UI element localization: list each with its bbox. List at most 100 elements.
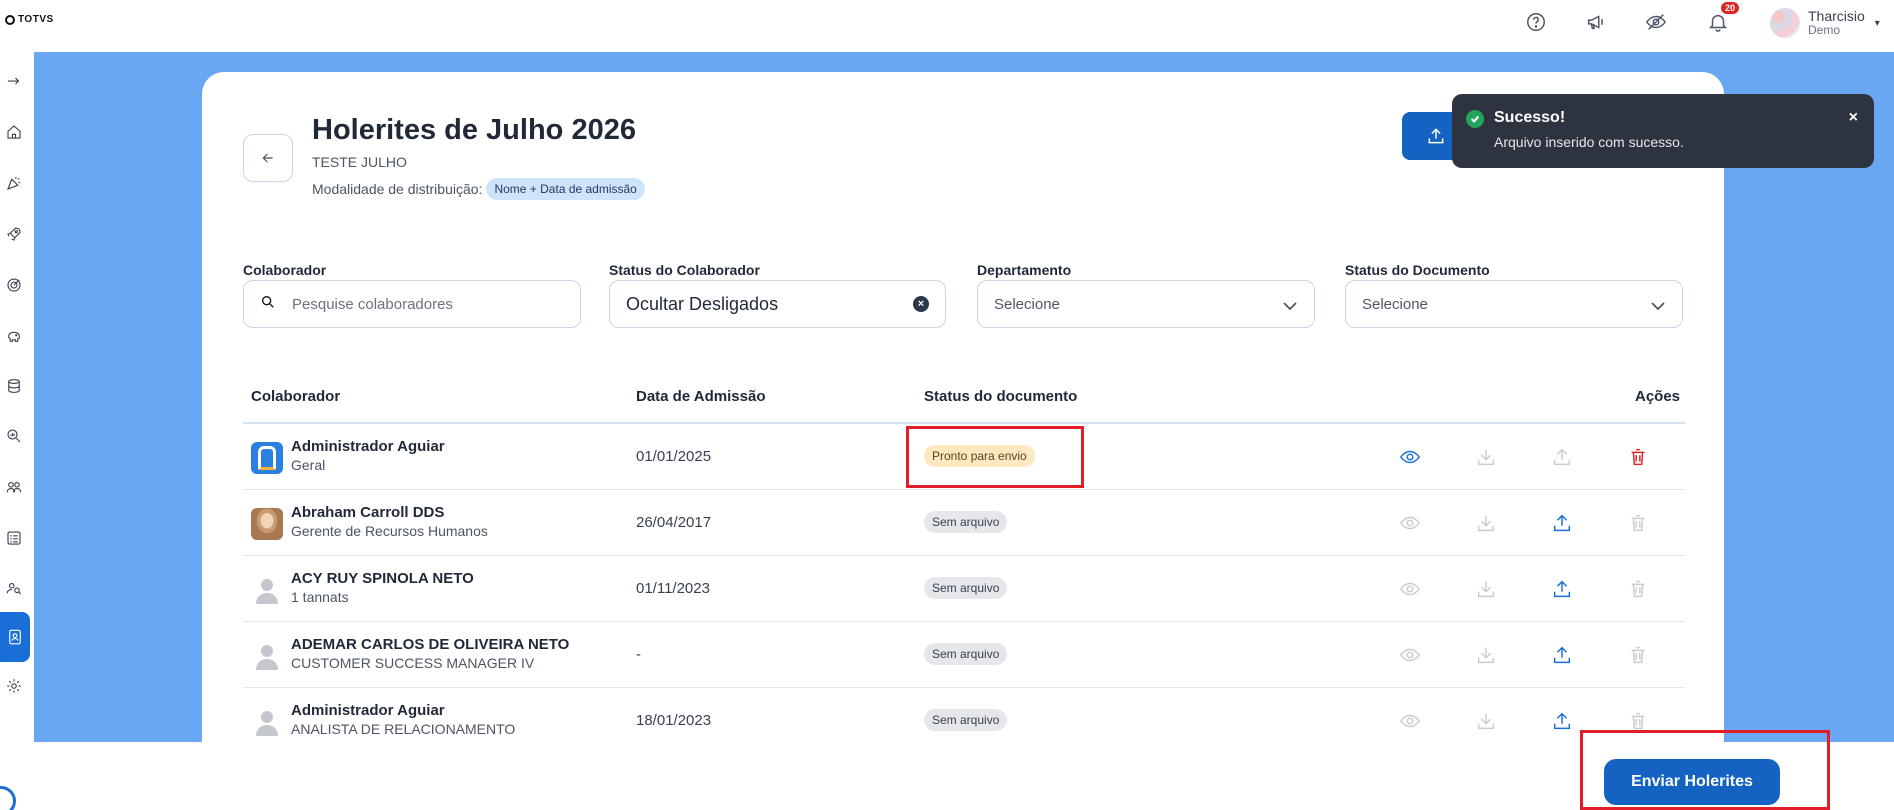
employee-name: ACY RUY SPINOLA NETO	[291, 570, 474, 587]
people-search-icon[interactable]	[0, 574, 28, 602]
employee-name: Administrador Aguiar	[291, 702, 445, 719]
trash-icon[interactable]	[1625, 444, 1651, 470]
upload-icon[interactable]	[1549, 708, 1575, 734]
gear-icon[interactable]	[0, 672, 28, 700]
employee-role: ANALISTA DE RELACIONAMENTO	[291, 721, 516, 737]
download-icon[interactable]	[1473, 642, 1499, 668]
employee-role: Gerente de Recursos Humanos	[291, 523, 488, 539]
page-title: Holerites de Julho 2026	[312, 114, 636, 146]
search-input[interactable]: Pesquise colaboradores	[243, 280, 581, 328]
employee-role: CUSTOMER SUCCESS MANAGER IV	[291, 655, 535, 671]
trash-icon[interactable]	[1625, 642, 1651, 668]
employee-role: Geral	[291, 457, 326, 473]
eye-icon[interactable]	[1397, 444, 1423, 470]
top-bar: TOTVS 20 Tharcisio Demo ▾	[0, 0, 1894, 52]
status-colaborador-select[interactable]: Ocultar Desligados ×	[609, 280, 946, 328]
employee-name: ADEMAR CARLOS DE OLIVEIRA NETO	[291, 636, 570, 653]
status-colaborador-value: Ocultar Desligados	[626, 293, 779, 314]
help-icon[interactable]	[1524, 10, 1548, 34]
admission-date: -	[636, 646, 641, 663]
upload-icon[interactable]	[1549, 576, 1575, 602]
celebration-icon[interactable]	[0, 169, 28, 197]
download-icon[interactable]	[1473, 444, 1499, 470]
filter-status-colaborador-label: Status do Colaborador	[609, 262, 760, 278]
admission-date: 01/11/2023	[636, 580, 710, 597]
main-card: Holerites de Julho 2026 TESTE JULHO Moda…	[202, 72, 1724, 742]
download-icon[interactable]	[1473, 708, 1499, 734]
rocket-icon[interactable]	[0, 220, 28, 248]
eye-icon[interactable]	[1397, 576, 1423, 602]
status-badge: Sem arquivo	[924, 577, 1008, 599]
logo-ring-icon	[5, 14, 15, 25]
highlight-status-box	[906, 426, 1084, 488]
user-sub: Demo	[1808, 23, 1841, 37]
employee-name: Administrador Aguiar	[291, 438, 445, 455]
employee-role: 1 tannats	[291, 589, 349, 605]
table-row: ACY RUY SPINOLA NETO 1 tannats 01/11/202…	[243, 556, 1685, 622]
avatar	[251, 640, 283, 672]
table-row: Administrador Aguiar ANALISTA DE RELACIO…	[243, 688, 1685, 742]
status-documento-value: Selecione	[1362, 295, 1428, 313]
upload-icon	[1428, 128, 1444, 144]
upload-icon[interactable]	[1549, 444, 1575, 470]
download-icon[interactable]	[1473, 510, 1499, 536]
arrow-left-icon	[262, 153, 273, 163]
eye-icon[interactable]	[1397, 510, 1423, 536]
piggy-bank-icon[interactable]	[0, 322, 28, 350]
column-header-acoes: Ações	[1635, 388, 1681, 405]
admission-date: 26/04/2017	[636, 514, 712, 531]
column-header-colaborador: Colaborador	[251, 388, 341, 405]
employee-name: Abraham Carroll DDS	[291, 504, 445, 521]
close-icon[interactable]: ×	[1849, 109, 1858, 127]
search-icon	[260, 294, 292, 314]
send-holerites-button[interactable]: Enviar Holerites	[1604, 759, 1780, 805]
avatar	[251, 574, 283, 606]
eye-icon[interactable]	[1397, 708, 1423, 734]
avatar	[251, 442, 283, 474]
upload-icon[interactable]	[1549, 510, 1575, 536]
status-documento-select[interactable]: Selecione	[1345, 280, 1683, 328]
database-icon[interactable]	[0, 372, 28, 400]
departamento-select[interactable]: Selecione	[977, 280, 1315, 328]
distribution-mode-chip: Nome + Data de admissão	[486, 178, 645, 200]
user-menu[interactable]: Tharcisio Demo ▾	[1770, 8, 1880, 38]
download-icon[interactable]	[1473, 576, 1499, 602]
chevron-down-icon	[1282, 299, 1298, 316]
status-badge: Sem arquivo	[924, 511, 1008, 533]
home-icon[interactable]	[0, 118, 28, 146]
success-toast: Sucesso! Arquivo inserido com sucesso. ×	[1452, 94, 1874, 168]
target-icon[interactable]	[0, 271, 28, 299]
status-badge: Sem arquivo	[924, 643, 1008, 665]
filter-status-documento-label: Status do Documento	[1345, 262, 1490, 278]
caret-down-icon: ▾	[1874, 17, 1880, 29]
user-name: Tharcisio	[1808, 8, 1865, 24]
trash-icon[interactable]	[1625, 576, 1651, 602]
totvs-logo[interactable]: TOTVS	[5, 14, 54, 25]
upload-icon[interactable]	[1549, 642, 1575, 668]
megaphone-icon[interactable]	[1584, 10, 1608, 34]
logo-text: TOTVS	[18, 14, 54, 25]
people-icon[interactable]	[0, 473, 28, 501]
filter-colaborador-label: Colaborador	[243, 262, 327, 278]
bell-icon[interactable]: 20	[1706, 1, 1741, 34]
chevron-down-icon	[1650, 299, 1666, 316]
expand-icon[interactable]	[0, 67, 28, 95]
avatar	[251, 706, 283, 738]
column-header-data: Data de Admissão	[636, 388, 766, 405]
trash-icon[interactable]	[1625, 510, 1651, 536]
table-row: ADEMAR CARLOS DE OLIVEIRA NETO CUSTOMER …	[243, 622, 1685, 688]
eye-icon[interactable]	[1397, 642, 1423, 668]
status-badge: Sem arquivo	[924, 709, 1008, 731]
table-row: Abraham Carroll DDS Gerente de Recursos …	[243, 490, 1685, 556]
eye-off-icon[interactable]	[1644, 10, 1668, 34]
toast-message: Arquivo inserido com sucesso.	[1494, 134, 1684, 150]
search-chart-icon[interactable]	[0, 422, 28, 450]
filter-departamento-label: Departamento	[977, 262, 1072, 278]
departamento-value: Selecione	[994, 295, 1060, 313]
document-user-icon[interactable]	[0, 612, 30, 662]
user-avatar	[1770, 8, 1800, 38]
clear-icon[interactable]: ×	[913, 296, 929, 312]
back-button[interactable]	[243, 134, 293, 182]
avatar	[251, 508, 283, 540]
checklist-icon[interactable]	[0, 524, 28, 552]
